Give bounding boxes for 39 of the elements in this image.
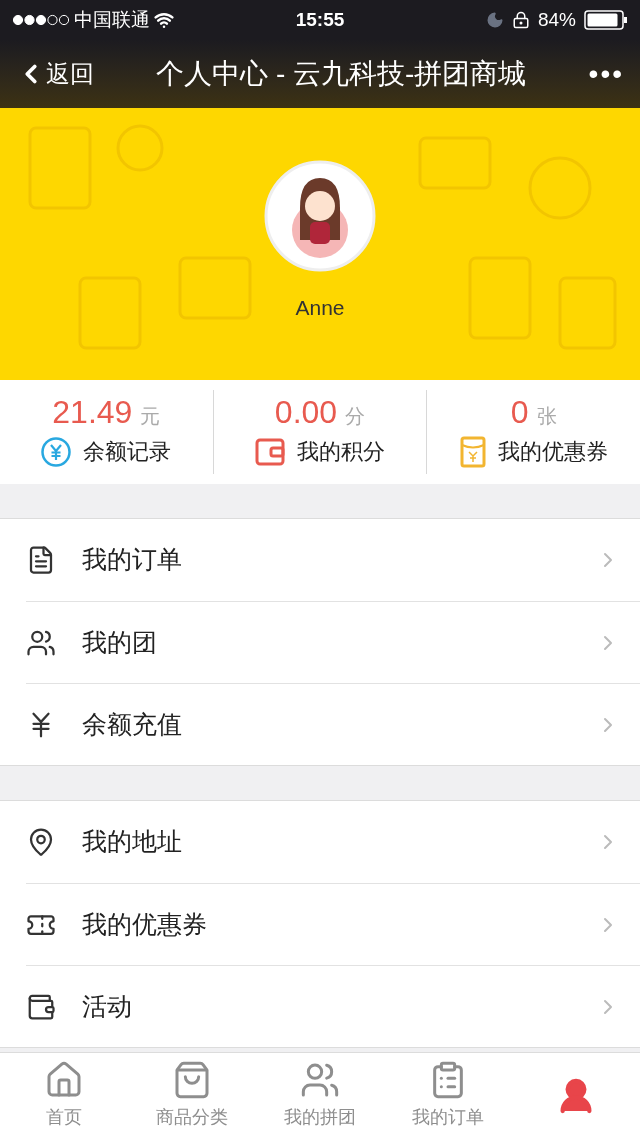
user-name: Anne [295,295,345,321]
yen-icon [41,436,72,467]
menu-row[interactable]: 余额充值 [26,683,640,765]
stat-item[interactable]: 0.00 分 我的积分 [212,390,427,474]
menu-label: 活动 [82,990,133,1022]
moon-icon [486,11,504,29]
menu-label: 余额充值 [82,708,183,740]
battery-icon [584,10,628,30]
menu-label: 我的地址 [82,826,183,858]
menu-row[interactable]: 我的优惠券 [26,883,640,965]
menu-row[interactable]: 活动 [26,965,640,1047]
clock-time: 15:55 [295,7,345,32]
menu-label: 我的优惠券 [82,908,208,940]
stat-value: 21.49 [52,396,133,428]
lock-icon [512,11,530,29]
signal-icon [12,14,70,26]
stat-value: 0.00 [274,396,338,428]
menu-row[interactable]: 我的地址 [26,801,640,883]
menu-label: 我的团 [82,626,158,658]
stat-label: 我的积分 [297,438,385,466]
stat-item[interactable]: 0 张 我的优惠券 [426,390,640,474]
back-button[interactable]: 返回 [16,56,94,92]
stat-unit: 张 [536,404,557,429]
stat-unit: 元 [140,404,161,429]
menu-row[interactable]: 我的团 [26,601,640,683]
wifi-icon [154,10,174,30]
carrier-name: 中国联通 [74,7,150,32]
stat-value: 0 [510,396,529,428]
menu-label: 我的订单 [82,544,183,576]
battery-percent: 84% [538,7,576,32]
envelope-icon [459,435,486,468]
page-title: 个人中心 - 云九科技-拼团商城 [155,57,528,91]
more-button[interactable]: ••• [588,53,624,95]
wallet-icon [255,437,285,466]
stat-label: 我的优惠券 [497,438,608,466]
stat-label: 余额记录 [83,438,172,466]
stat-item[interactable]: 21.49 元 余额记录 [0,390,213,474]
menu-row[interactable]: 我的订单 [26,519,640,601]
stat-unit: 分 [345,404,366,429]
